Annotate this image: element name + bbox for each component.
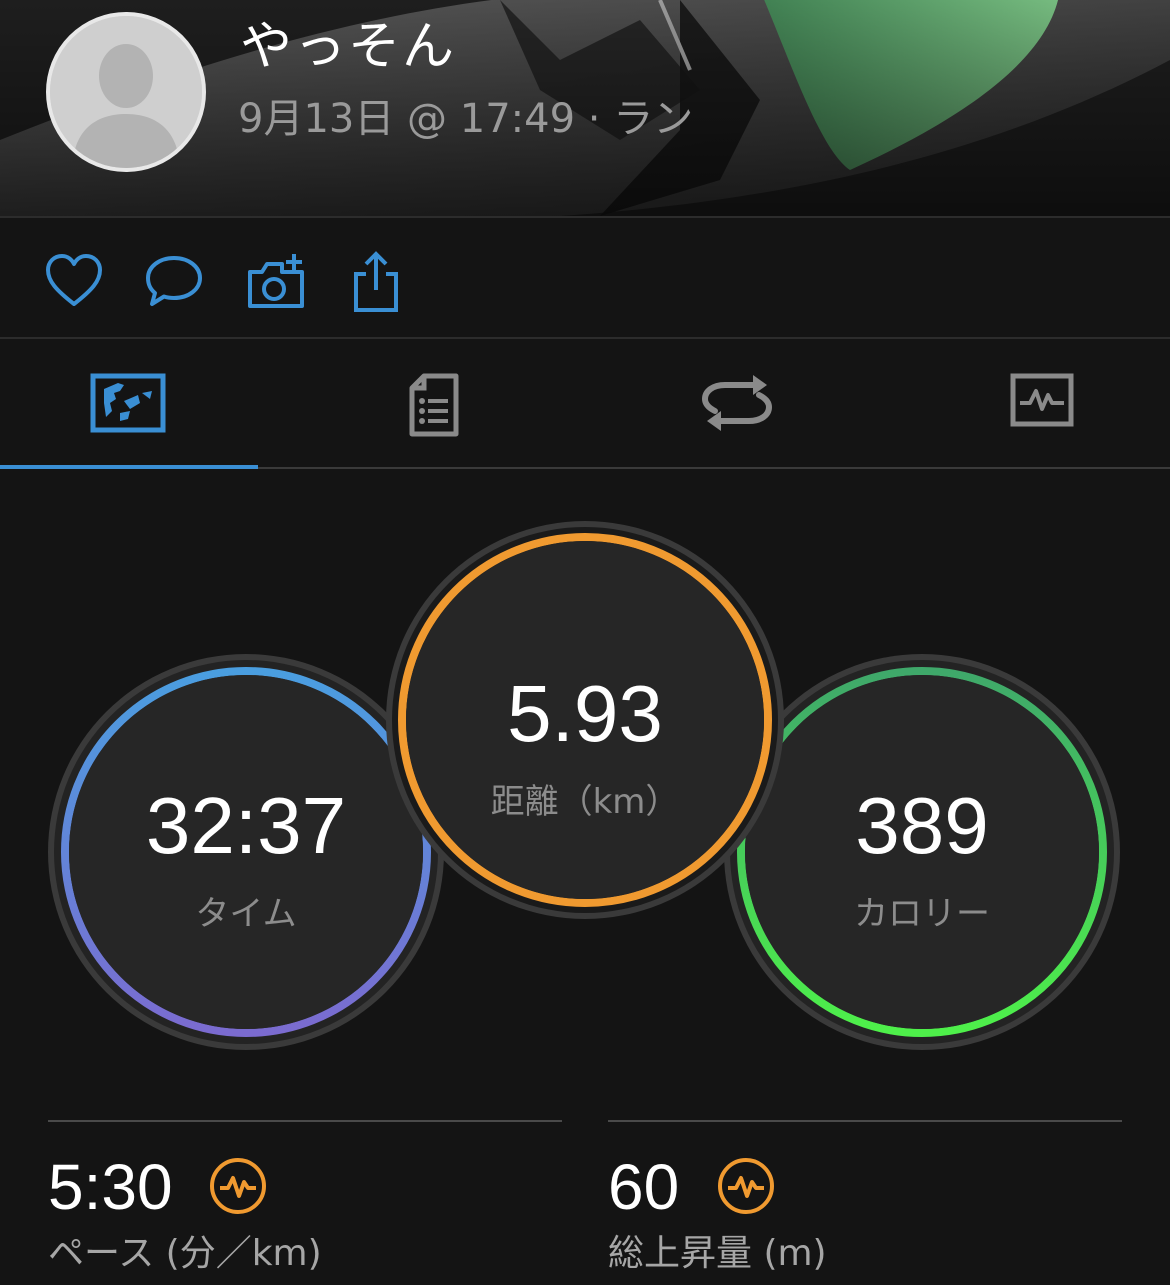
share-icon[interactable] [344, 250, 408, 314]
stats-area: 32:37 タイム 389 カロリー 5.93 距離（km） [0, 469, 1170, 1109]
pace-metric[interactable]: 5:30 ペース (分／km) [48, 1120, 562, 1280]
tab-charts[interactable] [878, 339, 1170, 467]
divider [48, 1120, 562, 1122]
laps-icon [701, 375, 773, 431]
default-user-icon [50, 16, 202, 168]
ascent-value: 60 [608, 1151, 680, 1223]
distance-label: 距離（km） [490, 782, 680, 822]
pace-value: 5:30 [48, 1151, 173, 1223]
pace-label: ペース (分／km) [48, 1233, 322, 1274]
avatar[interactable] [46, 12, 206, 172]
action-bar [0, 218, 1170, 336]
add-photo-icon[interactable] [244, 250, 308, 314]
ascent-metric[interactable]: 60 総上昇量 (m) [608, 1120, 1122, 1280]
tab-summary[interactable] [0, 339, 292, 467]
activity-badge-icon [718, 1158, 774, 1214]
chart-icon [1010, 373, 1074, 427]
activity-date-type: 9月13日 @ 17:49 · ラン [238, 96, 694, 142]
user-name[interactable]: やっそん [240, 4, 456, 79]
activity-header: やっそん 9月13日 @ 17:49 · ラン [0, 0, 1170, 216]
heart-icon[interactable] [42, 250, 106, 314]
tab-details[interactable] [292, 339, 584, 467]
activity-badge-icon [210, 1158, 266, 1214]
divider [608, 1120, 1122, 1122]
ascent-label: 総上昇量 (m) [608, 1233, 827, 1274]
distance-ring[interactable]: 5.93 距離（km） [385, 520, 785, 920]
distance-value: 5.93 [507, 669, 663, 758]
activity-tabs [0, 339, 1170, 467]
comment-icon[interactable] [142, 250, 206, 314]
tab-laps[interactable] [585, 339, 877, 467]
details-icon [409, 373, 459, 437]
summary-icon [90, 373, 166, 433]
